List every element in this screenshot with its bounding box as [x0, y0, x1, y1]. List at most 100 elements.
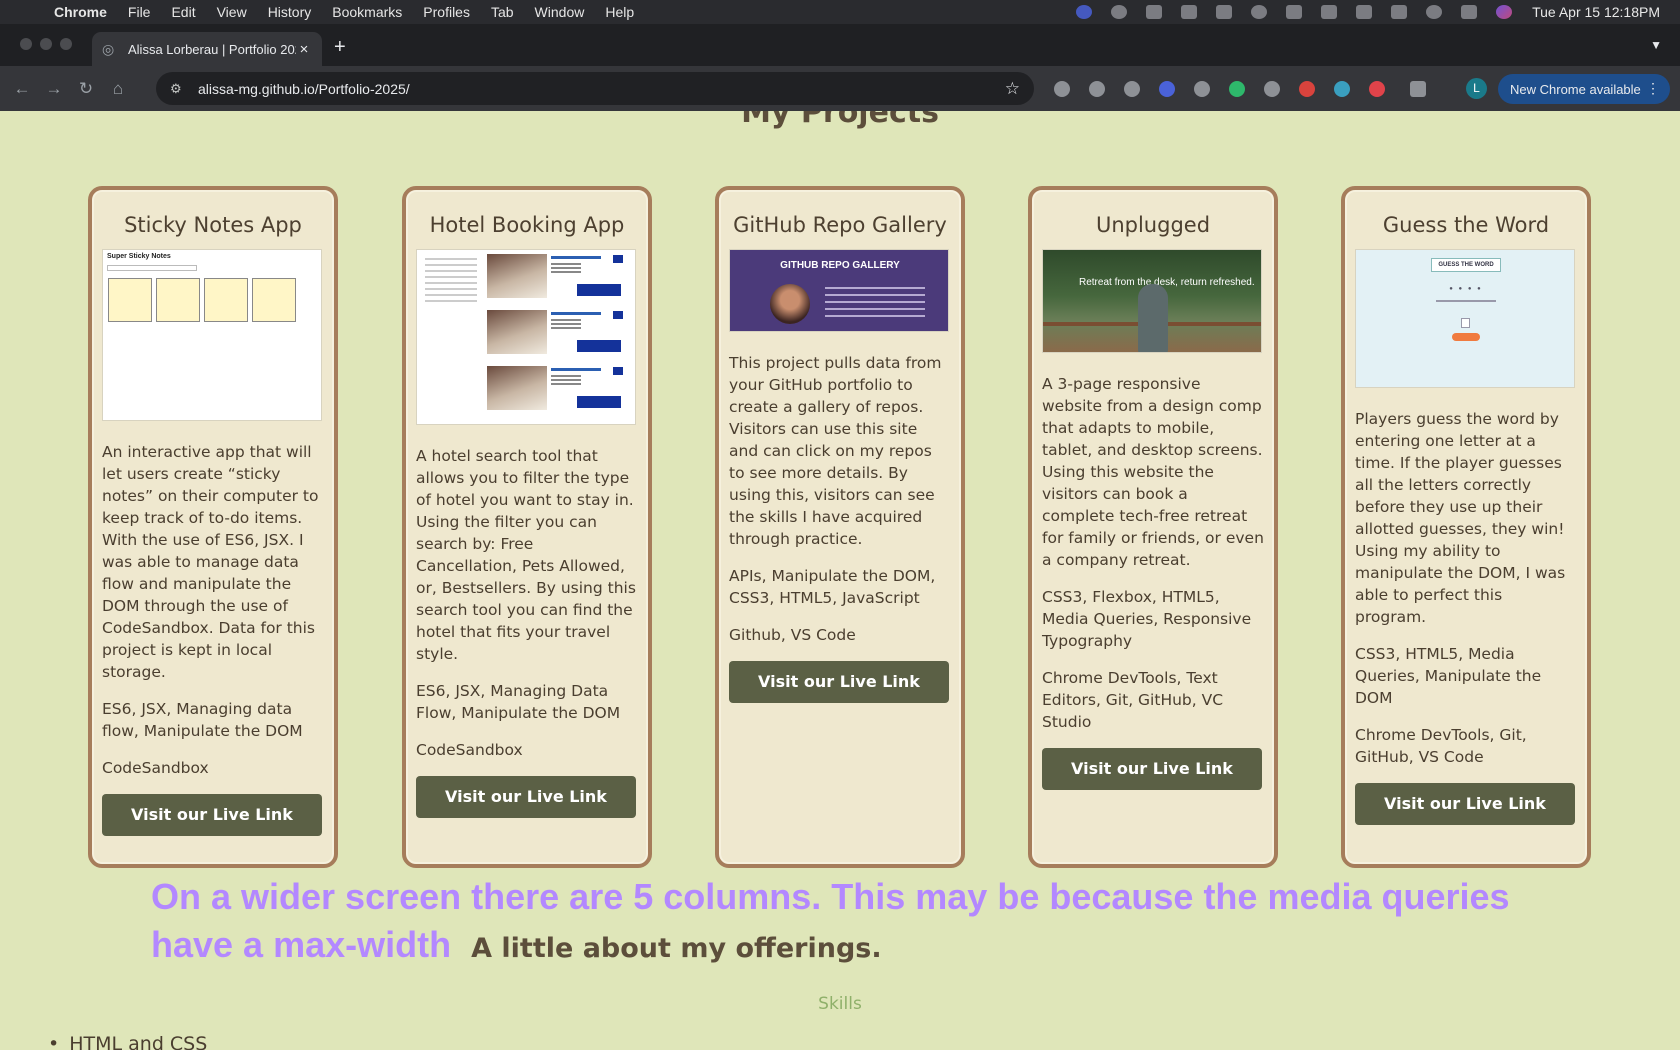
menu-history[interactable]: History — [268, 4, 312, 20]
person-figure — [1138, 284, 1168, 352]
tab-search-chevron-icon[interactable]: ▼ — [1650, 38, 1662, 52]
menu-window[interactable]: Window — [535, 4, 585, 20]
thumb-input-box — [1461, 318, 1470, 328]
thumb-heading: Super Sticky Notes — [107, 253, 171, 260]
project-card-guess-the-word: Guess the Word GUESS THE WORD ● ● ● ● Pl… — [1341, 186, 1591, 868]
address-bar[interactable]: ⚙ alissa-mg.github.io/Portfolio-2025/ ☆ — [156, 72, 1034, 105]
spotlight-search-icon[interactable] — [1426, 5, 1443, 19]
live-link-button[interactable]: Visit our Live Link — [102, 794, 322, 836]
menu-profiles[interactable]: Profiles — [423, 4, 470, 20]
menu-bookmarks[interactable]: Bookmarks — [332, 4, 402, 20]
project-skills: CSS3, Flexbox, HTML5, Media Queries, Res… — [1042, 588, 1252, 650]
project-skills: ES6, JSX, Managing Data Flow, Manipulate… — [416, 682, 621, 722]
calendar-status-icon[interactable] — [1286, 5, 1303, 19]
project-tools: CodeSandbox — [102, 759, 209, 777]
red-extension-icon[interactable] — [1299, 81, 1315, 97]
new-chrome-available-button[interactable]: New Chrome available ⋮ — [1498, 74, 1670, 104]
sticky-note-thumb — [252, 278, 296, 322]
pink-extension-icon[interactable] — [1369, 81, 1385, 97]
menu-tab[interactable]: Tab — [491, 4, 514, 20]
new-tab-icon[interactable]: + — [334, 37, 346, 57]
media-query-notice: On a wider screen there are 5 columns. T… — [151, 873, 1571, 973]
project-card-unplugged: Unplugged Retreat from the desk, return … — [1028, 186, 1278, 868]
offerings-heading: A little about my offerings. — [471, 933, 882, 964]
w-extension-icon[interactable] — [1124, 81, 1140, 97]
menu-file[interactable]: File — [128, 4, 151, 20]
avatar — [770, 284, 810, 324]
sticky-notes-screenshot: Super Sticky Notes — [102, 249, 322, 421]
project-title: Unplugged — [1095, 213, 1211, 237]
live-link-button[interactable]: Visit our Live Link — [1355, 783, 1575, 825]
close-window-button[interactable] — [20, 38, 32, 50]
browser-toolbar: ← → ↻ ⌂ ⚙ alissa-mg.github.io/Portfolio-… — [0, 66, 1680, 111]
project-title: Guess the Word — [1382, 213, 1550, 237]
menu-help[interactable]: Help — [605, 4, 634, 20]
project-title: Sticky Notes App — [124, 213, 302, 237]
hotel-thumb-badge — [613, 311, 623, 319]
project-tools: Chrome DevTools, Git, GitHub, VS Code — [1355, 726, 1527, 766]
project-description: A hotel search tool that allows you to f… — [416, 447, 636, 663]
menu-app-name[interactable]: Chrome — [54, 4, 107, 20]
circle-extension-icon[interactable] — [1264, 81, 1280, 97]
settings-extension-icon[interactable] — [1089, 81, 1105, 97]
list-item: HTML and CSS — [69, 1033, 208, 1050]
forward-icon[interactable]: → — [44, 79, 64, 99]
bluetooth-icon[interactable] — [1321, 5, 1338, 19]
portfolio-page: My Projects Sticky Notes App Super Stick… — [0, 111, 1680, 1050]
project-skills: CSS3, HTML5, Media Queries, Manipulate t… — [1355, 645, 1542, 707]
back-icon[interactable]: ← — [12, 79, 32, 99]
thumb-heading: GUESS THE WORD — [1431, 258, 1501, 272]
update-label: New Chrome available — [1510, 81, 1641, 97]
thumb-text-line — [1436, 300, 1496, 302]
grammarly-extension-icon[interactable] — [1229, 81, 1245, 97]
close-tab-icon[interactable]: × — [296, 41, 312, 58]
extensions-puzzle-icon[interactable] — [1410, 81, 1426, 97]
project-tools: CodeSandbox — [416, 741, 523, 759]
control-center-icon[interactable] — [1461, 5, 1478, 19]
tab-title: Alissa Lorberau | Portfolio 202 — [128, 41, 296, 57]
site-info-icon[interactable]: ⚙ — [170, 81, 186, 97]
bookmark-star-icon[interactable]: ☆ — [1005, 79, 1020, 99]
vpn-extension-icon[interactable] — [1194, 81, 1210, 97]
list-bullet: • — [48, 1033, 60, 1050]
menu-view[interactable]: View — [217, 4, 247, 20]
thumb-guess-button — [1452, 333, 1480, 341]
apple-icon[interactable] — [20, 4, 36, 20]
thumb-text-lines — [825, 282, 925, 322]
live-link-button[interactable]: Visit our Live Link — [416, 776, 636, 818]
zoom-extension-icon[interactable] — [1159, 81, 1175, 97]
reload-icon[interactable]: ↻ — [76, 79, 96, 99]
hotel-thumb-button — [577, 340, 621, 352]
hotel-thumb-badge — [613, 367, 623, 375]
siri-icon[interactable] — [1496, 5, 1513, 19]
hotel-thumb-button — [577, 396, 621, 408]
teal-extension-icon[interactable] — [1334, 81, 1350, 97]
kebab-menu-icon[interactable]: ⋮ — [1646, 80, 1660, 97]
hotel-room-photo — [487, 310, 547, 354]
menu-clock[interactable]: Tue Apr 15 12:18PM — [1532, 4, 1660, 20]
hotel-room-photo — [487, 254, 547, 298]
project-skills: ES6, JSX, Managing data flow, Manipulate… — [102, 700, 303, 740]
play-status-icon[interactable] — [1251, 5, 1268, 19]
camera-extension-icon[interactable] — [1054, 81, 1070, 97]
profile-avatar[interactable]: L — [1466, 78, 1487, 99]
live-link-button[interactable]: Visit our Live Link — [1042, 748, 1262, 790]
grid-status-icon[interactable] — [1181, 5, 1198, 19]
tab-portfolio[interactable]: ◎ Alissa Lorberau | Portfolio 202 × — [92, 32, 322, 66]
live-link-button[interactable]: Visit our Live Link — [729, 661, 949, 703]
home-icon[interactable]: ⌂ — [108, 79, 128, 99]
menu-edit[interactable]: Edit — [171, 4, 195, 20]
url-text[interactable]: alissa-mg.github.io/Portfolio-2025/ — [198, 81, 1005, 97]
battery-icon[interactable] — [1356, 5, 1373, 19]
rocket-status-icon[interactable] — [1146, 5, 1163, 19]
wifi-icon[interactable] — [1391, 5, 1408, 19]
sticky-note-thumb — [204, 278, 248, 322]
minimize-window-button[interactable] — [40, 38, 52, 50]
vpn-status-icon[interactable] — [1111, 5, 1128, 19]
zoom-status-icon[interactable] — [1076, 5, 1093, 19]
project-tools: Github, VS Code — [729, 626, 856, 644]
guess-the-word-screenshot: GUESS THE WORD ● ● ● ● — [1355, 249, 1575, 388]
zoom-window-button[interactable] — [60, 38, 72, 50]
notion-status-icon[interactable] — [1216, 5, 1233, 19]
project-title: GitHub Repo Gallery — [733, 213, 947, 237]
